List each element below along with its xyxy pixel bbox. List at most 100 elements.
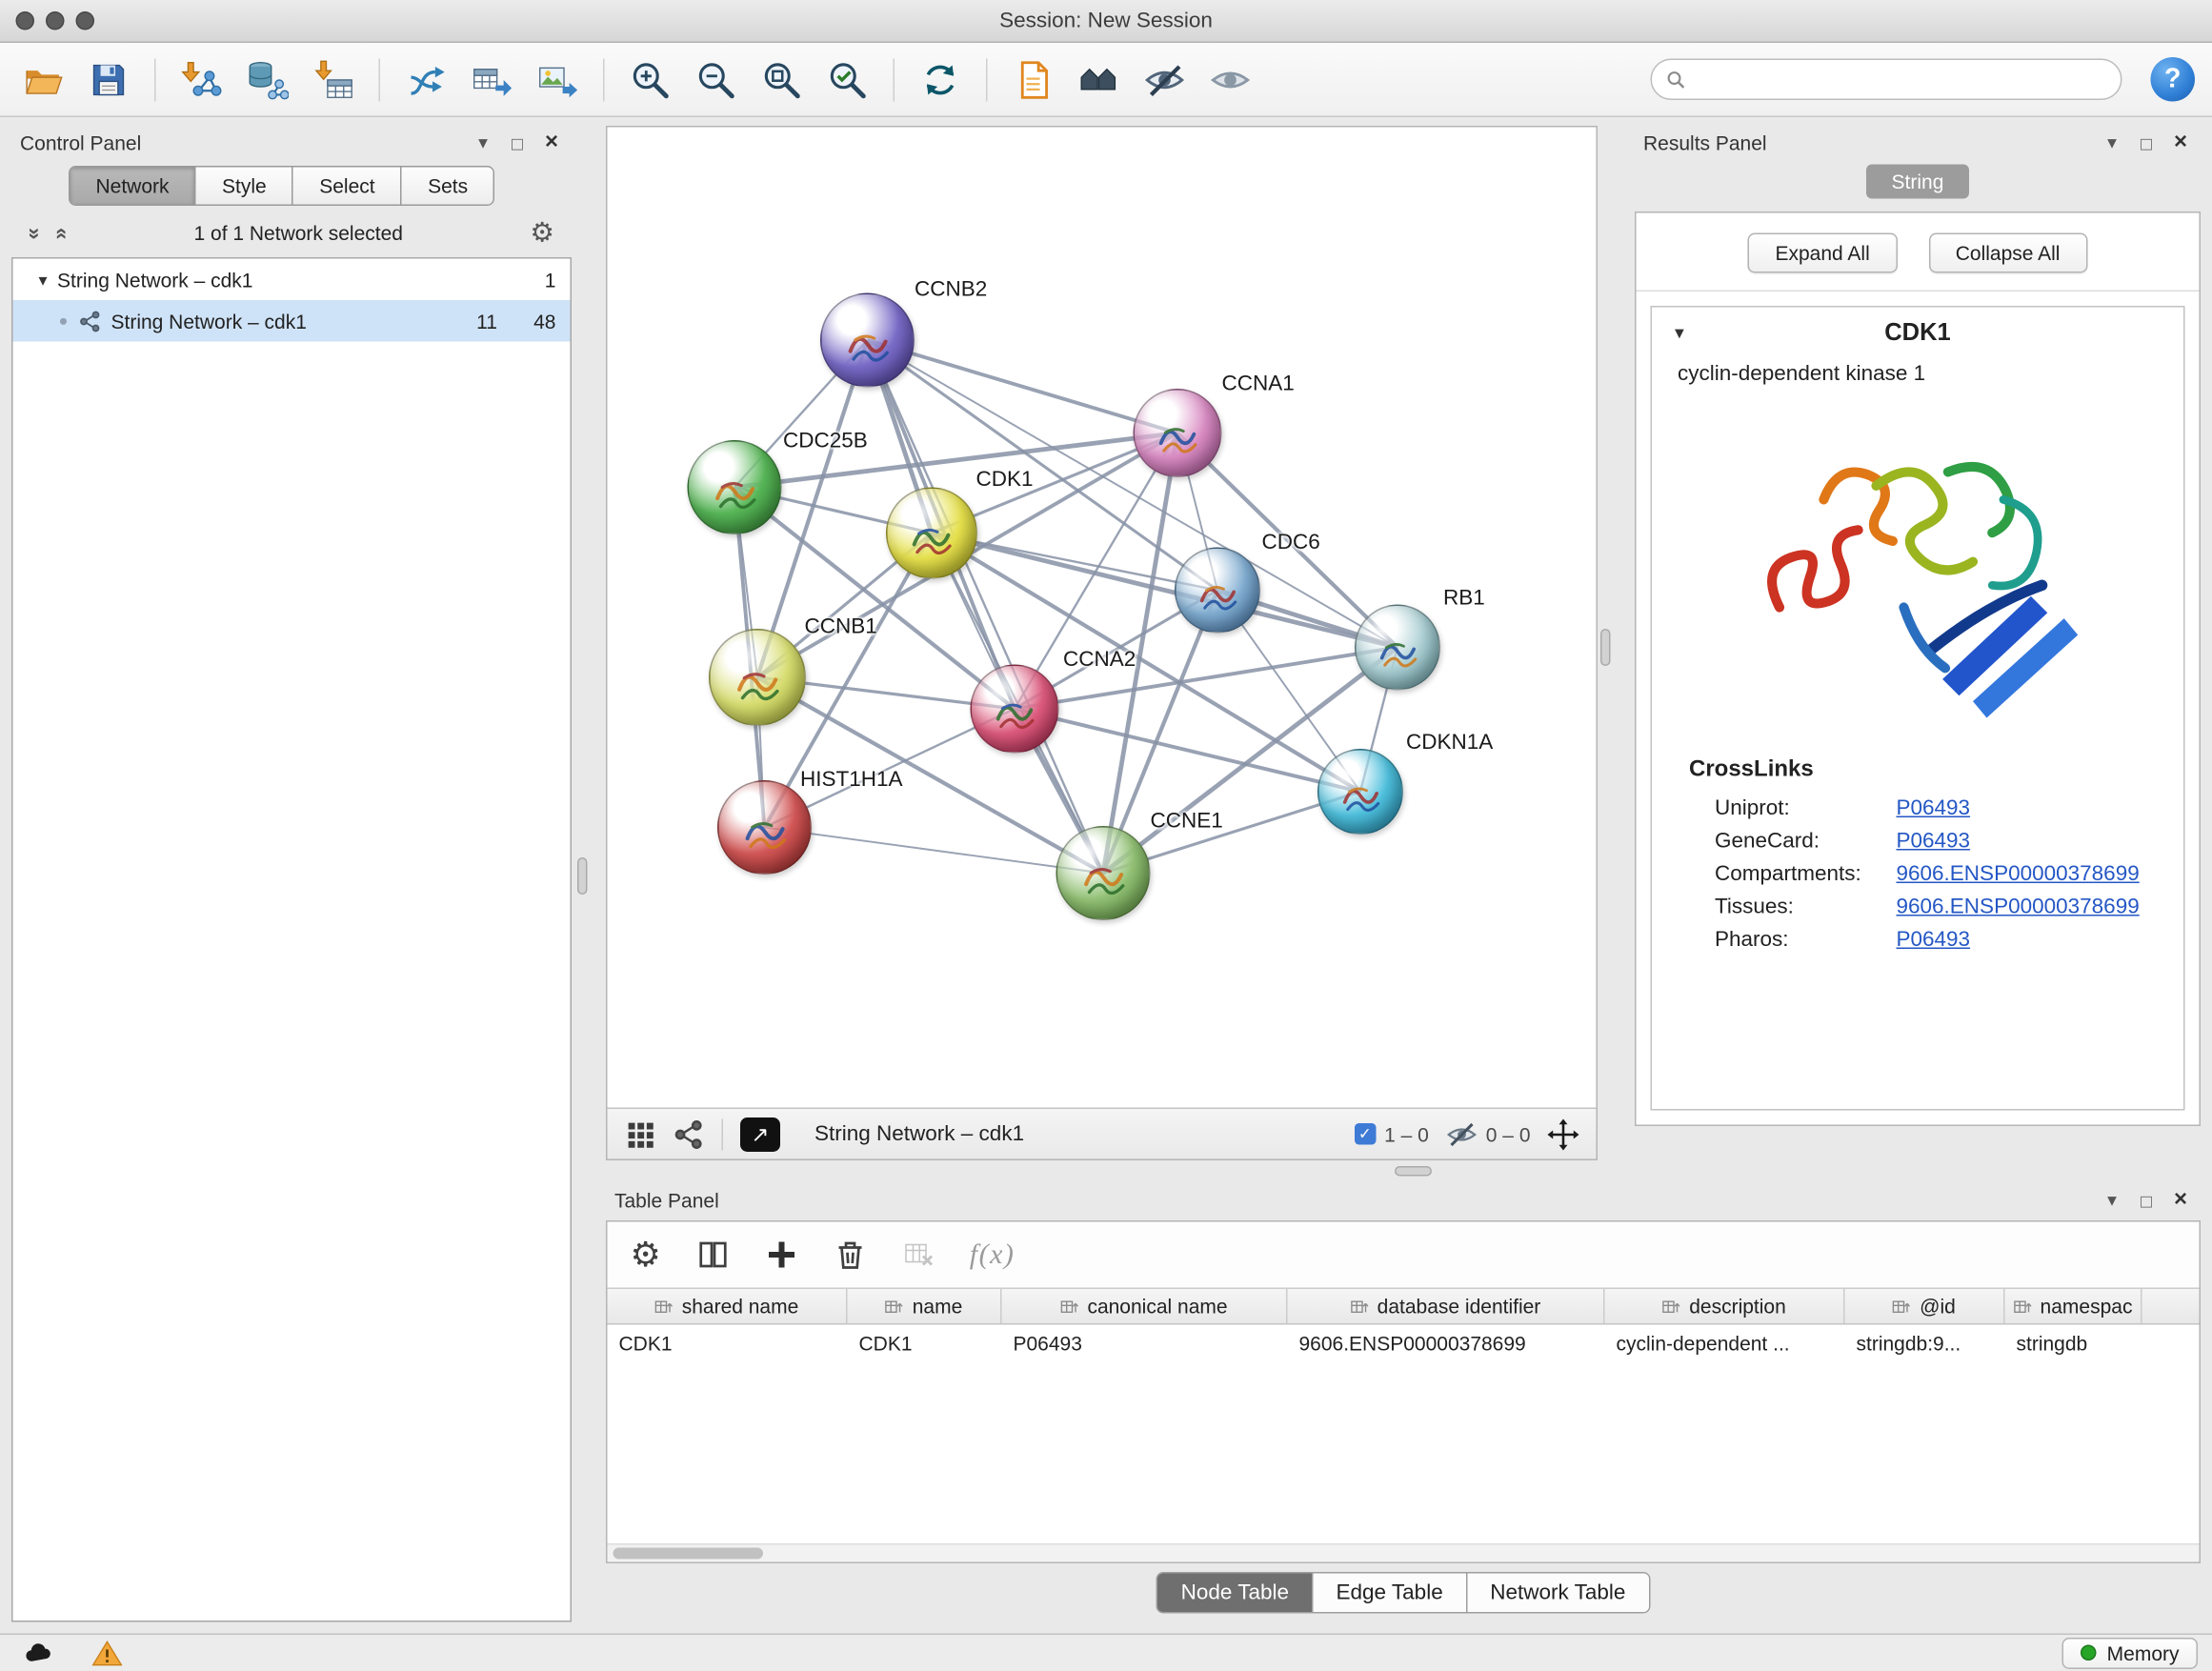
network-node-hist1h1a[interactable] bbox=[717, 780, 812, 875]
network-row-selected[interactable]: ● String Network – cdk1 11 48 bbox=[13, 300, 571, 342]
import-table-from-file-button[interactable] bbox=[308, 52, 359, 107]
horizontal-scrollbar[interactable] bbox=[608, 1543, 2200, 1562]
import-network-from-database-button[interactable] bbox=[242, 52, 293, 107]
column-header-description[interactable]: description bbox=[1605, 1289, 1845, 1323]
crosslink-link[interactable]: 9606.ENSP00000378699 bbox=[1897, 862, 2140, 887]
function-builder-icon[interactable]: f(x) bbox=[970, 1238, 1016, 1272]
tab-network-table[interactable]: Network Table bbox=[1467, 1574, 1648, 1613]
table-settings-gear-icon[interactable]: ⚙ bbox=[631, 1234, 661, 1276]
show-all-button[interactable] bbox=[1205, 52, 1257, 107]
tab-string[interactable]: String bbox=[1866, 165, 1970, 199]
zoom-fit-button[interactable] bbox=[756, 52, 808, 107]
close-panel-icon[interactable]: × bbox=[540, 131, 563, 156]
hide-selected-button[interactable] bbox=[1139, 52, 1191, 107]
table-cell[interactable]: CDK1 bbox=[608, 1325, 848, 1362]
tab-edge-table[interactable]: Edge Table bbox=[1314, 1574, 1468, 1613]
import-network-from-file-button[interactable] bbox=[176, 52, 228, 107]
horizontal-splitter-handle[interactable] bbox=[1395, 1166, 1432, 1177]
network-edge[interactable] bbox=[765, 828, 1104, 874]
collapse-all-button[interactable]: Collapse All bbox=[1928, 233, 2087, 273]
warning-icon[interactable] bbox=[83, 1639, 131, 1667]
tab-style[interactable]: Style bbox=[196, 168, 293, 205]
column-header-name[interactable]: name bbox=[848, 1289, 1002, 1323]
column-header-shared-name[interactable]: shared name bbox=[608, 1289, 848, 1323]
network-node-cdc6[interactable] bbox=[1175, 548, 1260, 634]
network-node-ccnb2[interactable] bbox=[820, 293, 915, 388]
network-node-cdc25b[interactable] bbox=[688, 440, 782, 534]
expand-all-icon[interactable]: » bbox=[49, 227, 73, 239]
zoom-window-button[interactable] bbox=[76, 11, 95, 30]
zoom-out-button[interactable] bbox=[691, 52, 742, 107]
apply-layout-button[interactable] bbox=[915, 52, 966, 107]
network-tools-button[interactable] bbox=[400, 52, 452, 107]
table-cell[interactable]: P06493 bbox=[1002, 1325, 1288, 1362]
close-panel-icon[interactable]: × bbox=[2169, 131, 2192, 156]
crosslink-link[interactable]: P06493 bbox=[1897, 829, 1971, 854]
network-edge[interactable] bbox=[932, 534, 1398, 648]
hidden-eye-slash-icon[interactable] bbox=[1446, 1118, 1478, 1150]
column-header-database-identifier[interactable]: database identifier bbox=[1288, 1289, 1605, 1323]
network-node-cdkn1a[interactable] bbox=[1317, 749, 1403, 835]
gear-icon[interactable]: ⚙ bbox=[530, 216, 554, 250]
left-splitter-handle[interactable] bbox=[577, 857, 588, 895]
network-collection-row[interactable]: ▾ String Network – cdk1 1 bbox=[13, 259, 571, 301]
crosslink-link[interactable]: P06493 bbox=[1897, 928, 1971, 953]
scrollbar-thumb[interactable] bbox=[613, 1548, 764, 1560]
search-input[interactable] bbox=[1695, 68, 2106, 91]
table-row[interactable]: CDK1CDK1P064939606.ENSP00000378699cyclin… bbox=[608, 1325, 2200, 1362]
crosslink-link[interactable]: 9606.ENSP00000378699 bbox=[1897, 895, 2140, 919]
network-edge[interactable] bbox=[868, 340, 1178, 433]
tab-sets[interactable]: Sets bbox=[402, 168, 493, 205]
collapse-panel-icon[interactable]: ▾ bbox=[2101, 1189, 2123, 1212]
create-column-icon[interactable] bbox=[695, 1238, 730, 1272]
table-cell[interactable]: CDK1 bbox=[848, 1325, 1002, 1362]
selected-checkbox-icon[interactable]: ✓ bbox=[1355, 1123, 1377, 1145]
float-panel-icon[interactable]: □ bbox=[506, 132, 529, 154]
close-panel-icon[interactable]: × bbox=[2169, 1188, 2192, 1214]
collapse-panel-icon[interactable]: ▾ bbox=[472, 131, 494, 154]
table-cell[interactable]: stringdb:9... bbox=[1845, 1325, 2005, 1362]
network-node-rb1[interactable] bbox=[1355, 605, 1440, 691]
zoom-in-button[interactable] bbox=[625, 52, 676, 107]
column-header-canonical-name[interactable]: canonical name bbox=[1002, 1289, 1288, 1323]
table-cell[interactable]: 9606.ENSP00000378699 bbox=[1288, 1325, 1605, 1362]
collapse-all-icon[interactable]: » bbox=[23, 227, 48, 239]
export-image-button[interactable] bbox=[532, 52, 583, 107]
birdseye-view-button[interactable]: ↗ bbox=[740, 1117, 780, 1151]
tab-select[interactable]: Select bbox=[293, 168, 402, 205]
float-panel-icon[interactable]: □ bbox=[2135, 1190, 2158, 1212]
column-header-namespac[interactable]: namespac bbox=[2005, 1289, 2142, 1323]
open-session-button[interactable] bbox=[17, 52, 69, 107]
collapse-panel-icon[interactable]: ▾ bbox=[2101, 131, 2123, 154]
gene-accordion-header[interactable]: ▾ CDK1 bbox=[1652, 308, 2183, 359]
zoom-selected-button[interactable] bbox=[822, 52, 874, 107]
float-panel-icon[interactable]: □ bbox=[2135, 132, 2158, 154]
save-session-button[interactable] bbox=[83, 52, 134, 107]
tree-expand-icon[interactable]: ▾ bbox=[39, 270, 48, 290]
cloud-icon[interactable] bbox=[14, 1639, 63, 1667]
network-node-ccnb1[interactable] bbox=[709, 629, 806, 726]
title-bar[interactable]: Session: New Session bbox=[0, 0, 2212, 43]
tab-network[interactable]: Network bbox=[70, 168, 197, 205]
column-header--id[interactable]: @id bbox=[1845, 1289, 2005, 1323]
minimize-window-button[interactable] bbox=[46, 11, 65, 30]
network-canvas[interactable]: CCNB2CCNA1CDC25BCDK1CDC6RB1CCNB1CCNA2CDK… bbox=[608, 128, 1597, 1108]
first-neighbors-button[interactable] bbox=[1074, 52, 1125, 107]
crosslink-link[interactable]: P06493 bbox=[1897, 796, 1971, 821]
memory-button[interactable]: Memory bbox=[2062, 1638, 2198, 1669]
table-cell[interactable]: stringdb bbox=[2005, 1325, 2142, 1362]
network-edge[interactable] bbox=[868, 340, 1104, 874]
export-table-button[interactable] bbox=[466, 52, 517, 107]
network-edge[interactable] bbox=[1015, 709, 1360, 792]
expand-all-button[interactable]: Expand All bbox=[1748, 233, 1897, 273]
right-splitter-handle[interactable] bbox=[1600, 629, 1611, 666]
accordion-caret-icon[interactable]: ▾ bbox=[1675, 322, 1684, 345]
network-node-cdk1[interactable] bbox=[886, 488, 977, 579]
copy-document-button[interactable] bbox=[1008, 52, 1059, 107]
network-node-ccna2[interactable] bbox=[971, 665, 1059, 754]
tab-node-table[interactable]: Node Table bbox=[1158, 1574, 1314, 1613]
network-node-ccna1[interactable] bbox=[1134, 389, 1222, 477]
close-window-button[interactable] bbox=[16, 11, 35, 30]
network-node-ccne1[interactable] bbox=[1056, 826, 1151, 920]
grid-layout-icon[interactable] bbox=[625, 1118, 656, 1150]
